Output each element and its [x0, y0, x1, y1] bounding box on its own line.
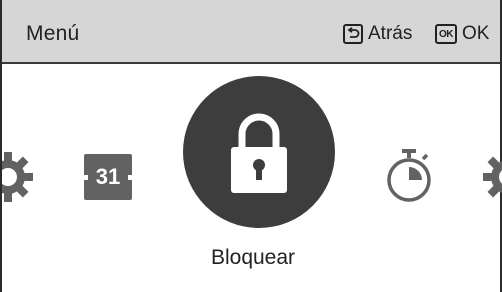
menu-item-settings-right[interactable] — [480, 150, 502, 204]
lock-icon — [231, 113, 287, 193]
menu-item-timer[interactable] — [382, 146, 436, 204]
gear-icon — [483, 156, 502, 198]
menu-item-lock[interactable] — [183, 76, 335, 228]
gear-icon — [2, 152, 33, 202]
calendar-icon[interactable]: 31 — [84, 154, 132, 200]
back-icon — [343, 24, 363, 44]
selected-item-label: Bloquear — [210, 246, 296, 269]
ok-key-icon: OK — [435, 24, 457, 44]
back-label: Atrás — [368, 23, 413, 44]
timer-icon — [387, 149, 431, 202]
ok-label: OK — [462, 23, 490, 44]
menu-screen: Menú Atrás OK OK 31 Bloquear — [0, 0, 502, 292]
back-hint[interactable]: Atrás — [343, 23, 412, 45]
menu-item-settings-left[interactable] — [2, 150, 36, 204]
page-title: Menú — [26, 22, 80, 45]
header-bar: Menú Atrás OK OK — [2, 0, 500, 64]
calendar-day: 31 — [95, 164, 121, 189]
ok-hint[interactable]: OK OK — [435, 23, 489, 45]
